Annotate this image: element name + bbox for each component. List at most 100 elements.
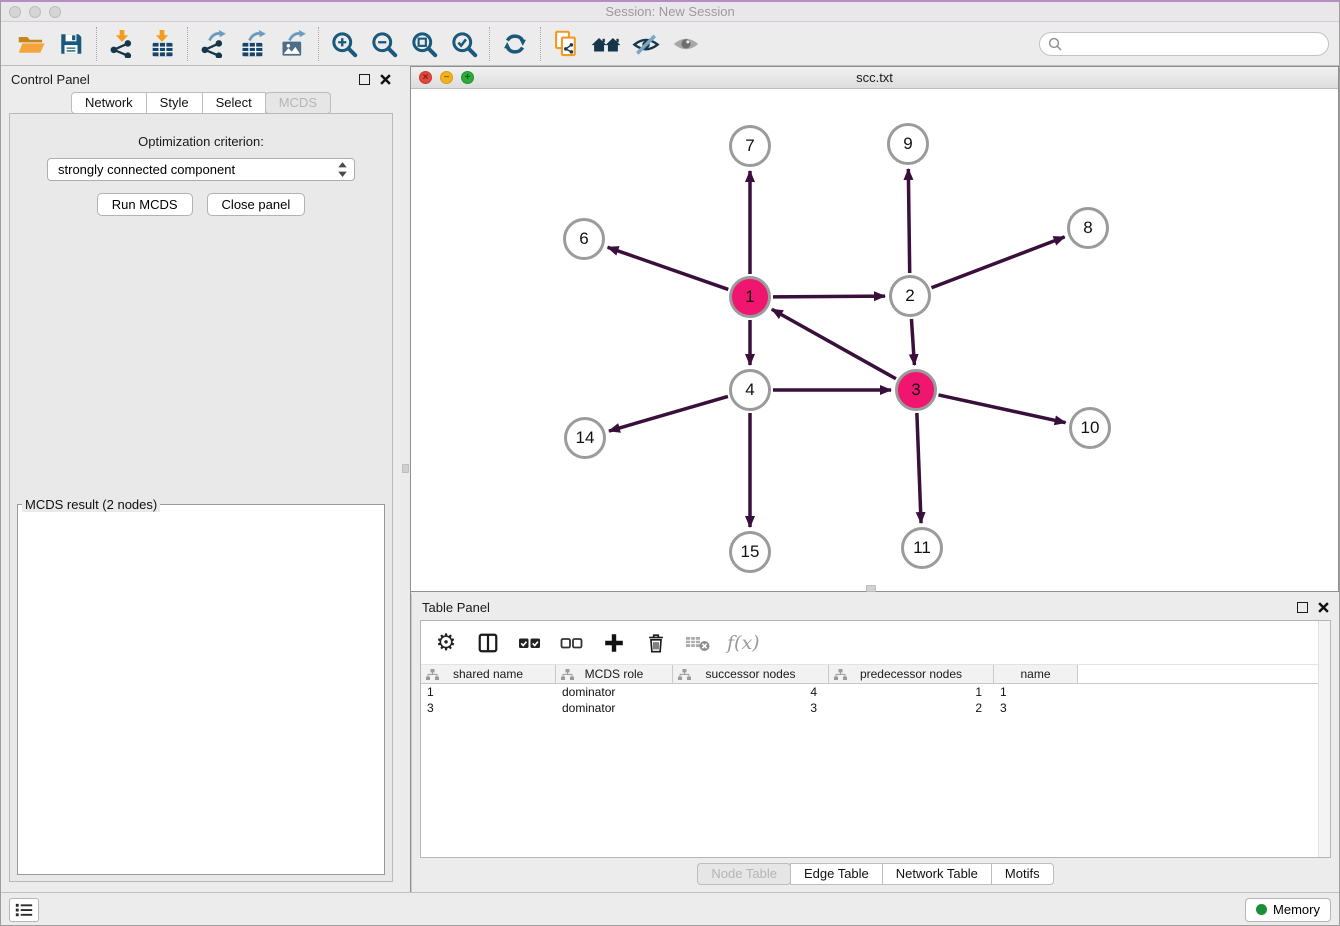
tab-network[interactable]: Network [71,92,147,114]
delete-table-button[interactable] [685,630,711,656]
column-header-name[interactable]: name [994,665,1078,683]
zoom-fit-icon [410,30,438,58]
float-table-panel-icon[interactable] [1297,602,1308,613]
table-row[interactable]: 1dominator411 [421,684,1330,700]
optimization-criterion-select[interactable]: strongly connected component [47,158,355,181]
run-mcds-button[interactable]: Run MCDS [97,193,193,216]
graph-edge-1-2[interactable] [773,296,885,297]
cell-name[interactable]: 3 [994,700,1078,716]
select-all-columns-button[interactable] [517,630,543,656]
zoom-out-button[interactable] [364,26,404,62]
tab-node-table[interactable]: Node Table [697,863,791,885]
graph-edge-3-10[interactable] [938,395,1065,423]
splitter-handle[interactable] [402,464,409,473]
graph-node-10[interactable]: 10 [1069,407,1111,449]
graph-edge-2-8[interactable] [931,237,1064,288]
cell-MCDS-role[interactable]: dominator [556,684,673,700]
tab-motifs[interactable]: Motifs [991,863,1054,885]
network-window-titlebar: × − + scc.txt [411,67,1338,89]
zoom-in-button[interactable] [324,26,364,62]
tab-network-table[interactable]: Network Table [882,863,992,885]
graph-node-2[interactable]: 2 [889,275,931,317]
graph-edge-1-6[interactable] [608,247,729,289]
refresh-layout-button[interactable] [495,26,535,62]
tab-mcds[interactable]: MCDS [265,92,331,114]
zoom-selected-button[interactable] [444,26,484,62]
graph-edge-4-14[interactable] [609,396,728,431]
column-header-successor-nodes[interactable]: successor nodes [673,665,829,683]
table-body: 1dominator4113dominator323 [421,684,1330,716]
graph-node-1[interactable]: 1 [729,276,771,318]
zoom-fit-button[interactable] [404,26,444,62]
graph-node-15[interactable]: 15 [729,531,771,573]
control-panel-title: Control Panel [11,72,90,87]
deselect-all-columns-button[interactable] [559,630,585,656]
horizontal-splitter-handle[interactable] [866,585,876,592]
cell-predecessor-nodes[interactable]: 1 [829,684,994,700]
zoom-in-icon [330,30,358,58]
hide-selected-button[interactable] [626,26,666,62]
close-table-panel-icon[interactable] [1318,602,1329,613]
export-image-button[interactable] [273,26,313,62]
graph-node-11[interactable]: 11 [901,527,943,569]
show-columns-button[interactable] [475,630,501,656]
show-hidden-button[interactable] [666,26,706,62]
close-panel-icon[interactable] [380,74,391,85]
export-table-icon [239,30,267,58]
table-scrollbar[interactable] [1318,621,1330,857]
graph-node-3[interactable]: 3 [895,369,937,411]
save-session-button[interactable] [51,26,91,62]
column-header-predecessor-nodes[interactable]: predecessor nodes [829,665,994,683]
graph-edge-2-3[interactable] [911,319,914,365]
tab-style[interactable]: Style [146,92,203,114]
graph-node-9[interactable]: 9 [887,123,929,165]
float-panel-icon[interactable] [359,74,370,85]
cell-shared-name[interactable]: 1 [421,684,556,700]
open-session-button[interactable] [11,26,51,62]
vertical-splitter[interactable] [401,66,411,892]
search-icon [1048,37,1062,51]
graph-edge-3-1[interactable] [772,309,896,379]
graph-node-7[interactable]: 7 [729,125,771,167]
memory-label: Memory [1273,902,1320,917]
export-network-button[interactable] [193,26,233,62]
table-settings-button[interactable]: ⚙ [433,630,459,656]
column-header-label: MCDS role [585,667,644,681]
graph-node-6[interactable]: 6 [563,218,605,260]
cell-shared-name[interactable]: 3 [421,700,556,716]
home-button[interactable] [586,26,626,62]
cell-name[interactable]: 1 [994,684,1078,700]
graph-edge-3-11[interactable] [917,413,921,523]
mcds-panel: Optimization criterion: strongly connect… [9,113,393,882]
import-table-button[interactable] [142,26,182,62]
create-column-button[interactable] [601,630,627,656]
cell-predecessor-nodes[interactable]: 2 [829,700,994,716]
graph-node-4[interactable]: 4 [729,369,771,411]
table-row[interactable]: 3dominator323 [421,700,1330,716]
tab-edge-table[interactable]: Edge Table [790,863,883,885]
column-header-shared-name[interactable]: shared name [421,665,556,683]
tab-select[interactable]: Select [202,92,266,114]
network-canvas[interactable]: 1 2 3 4 6 7 8 9 10 11 14 15 [411,89,1338,591]
graph-edge-2-9[interactable] [908,169,909,273]
cell-successor-nodes[interactable]: 4 [673,684,829,700]
duplicate-network-button[interactable] [546,26,586,62]
memory-status-dot [1256,904,1267,915]
memory-button[interactable]: Memory [1245,898,1331,922]
task-history-button[interactable] [9,898,39,922]
mcds-result-list: 13 [18,512,370,516]
import-network-button[interactable] [102,26,142,62]
close-panel-button[interactable]: Close panel [207,193,306,216]
search-box[interactable] [1039,32,1329,56]
export-table-button[interactable] [233,26,273,62]
column-tree-icon [426,669,439,680]
search-input[interactable] [1067,37,1320,51]
cell-successor-nodes[interactable]: 3 [673,700,829,716]
column-header-MCDS-role[interactable]: MCDS role [556,665,673,683]
mcds-result-line: 1 [24,514,364,516]
graph-node-14[interactable]: 14 [564,417,606,459]
function-builder-button[interactable]: f(x) [727,630,760,656]
cell-MCDS-role[interactable]: dominator [556,700,673,716]
graph-node-8[interactable]: 8 [1067,207,1109,249]
delete-column-button[interactable] [643,630,669,656]
